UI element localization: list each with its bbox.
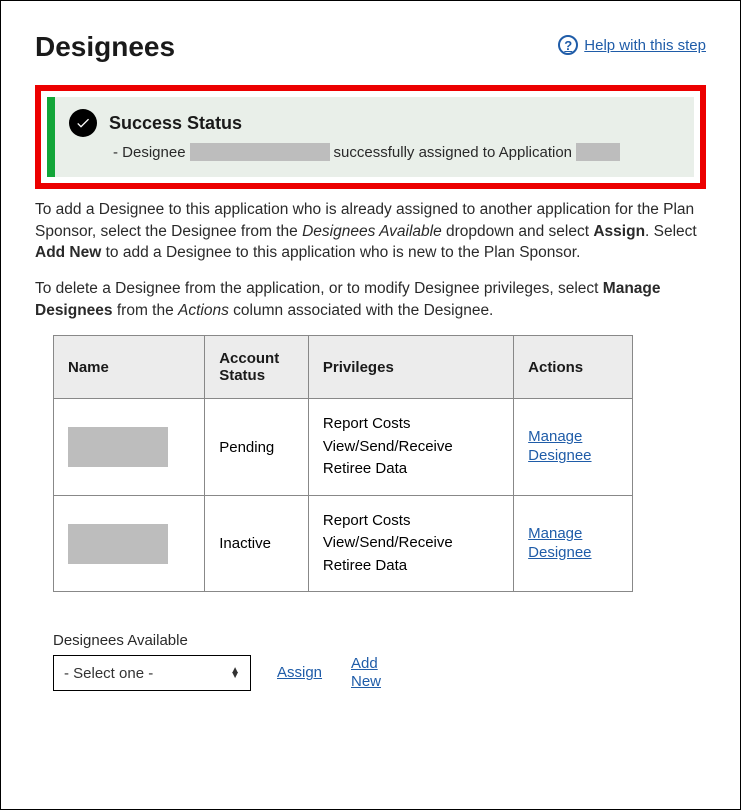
instructions-para1: To add a Designee to this application wh… xyxy=(35,199,706,264)
assign-link[interactable]: Assign xyxy=(277,664,325,682)
success-head: Success Status xyxy=(69,109,680,137)
add-new-link[interactable]: Add New xyxy=(351,655,399,691)
cell-name xyxy=(54,495,205,592)
manage-designee-link[interactable]: Manage Designee xyxy=(528,428,618,466)
header-row: Designees ? Help with this step xyxy=(35,25,706,63)
available-label: Designees Available xyxy=(53,632,706,649)
designees-table: Name Account Status Privileges Actions P… xyxy=(53,335,633,592)
success-message: - Designee successfully assigned to Appl… xyxy=(113,143,680,161)
col-privileges: Privileges xyxy=(308,336,513,399)
success-highlight: Success Status - Designee successfully a… xyxy=(35,85,706,189)
instructions-para2: To delete a Designee from the applicatio… xyxy=(35,278,706,321)
cell-privileges: Report Costs View/Send/Receive Retiree D… xyxy=(308,495,513,592)
manage-designee-link[interactable]: Manage Designee xyxy=(528,525,618,563)
redacted-application-id xyxy=(576,143,620,161)
table-head: Name Account Status Privileges Actions xyxy=(54,336,633,399)
cell-name xyxy=(54,399,205,496)
success-banner: Success Status - Designee successfully a… xyxy=(47,97,694,177)
check-icon xyxy=(69,109,97,137)
cell-status: Pending xyxy=(205,399,309,496)
table-row: Inactive Report Costs View/Send/Receive … xyxy=(54,495,633,592)
available-row: - Select one - ▲▼ Assign Add New xyxy=(53,655,706,691)
help-icon: ? xyxy=(558,35,578,55)
help-link[interactable]: ? Help with this step xyxy=(558,35,706,55)
table-row: Pending Report Costs View/Send/Receive R… xyxy=(54,399,633,496)
table-header-row: Name Account Status Privileges Actions xyxy=(54,336,633,399)
col-actions: Actions xyxy=(514,336,633,399)
help-link-label: Help with this step xyxy=(584,37,706,54)
available-select[interactable]: - Select one - ▲▼ xyxy=(53,655,251,691)
select-placeholder: - Select one - xyxy=(64,665,153,682)
designees-available: Designees Available - Select one - ▲▼ As… xyxy=(53,632,706,691)
success-msg-prefix: - Designee xyxy=(113,144,186,161)
redacted-name xyxy=(68,427,168,467)
col-name: Name xyxy=(54,336,205,399)
success-title: Success Status xyxy=(109,113,242,134)
redacted-designee-name xyxy=(190,143,330,161)
redacted-name xyxy=(68,524,168,564)
cell-status: Inactive xyxy=(205,495,309,592)
page-title: Designees xyxy=(35,31,175,63)
instructions: To add a Designee to this application wh… xyxy=(35,199,706,321)
cell-actions: Manage Designee xyxy=(514,399,633,496)
chevron-updown-icon: ▲▼ xyxy=(230,668,240,678)
page-frame: Designees ? Help with this step Success … xyxy=(0,0,741,810)
cell-privileges: Report Costs View/Send/Receive Retiree D… xyxy=(308,399,513,496)
cell-actions: Manage Designee xyxy=(514,495,633,592)
col-status: Account Status xyxy=(205,336,309,399)
success-msg-mid: successfully assigned to Application xyxy=(334,144,572,161)
